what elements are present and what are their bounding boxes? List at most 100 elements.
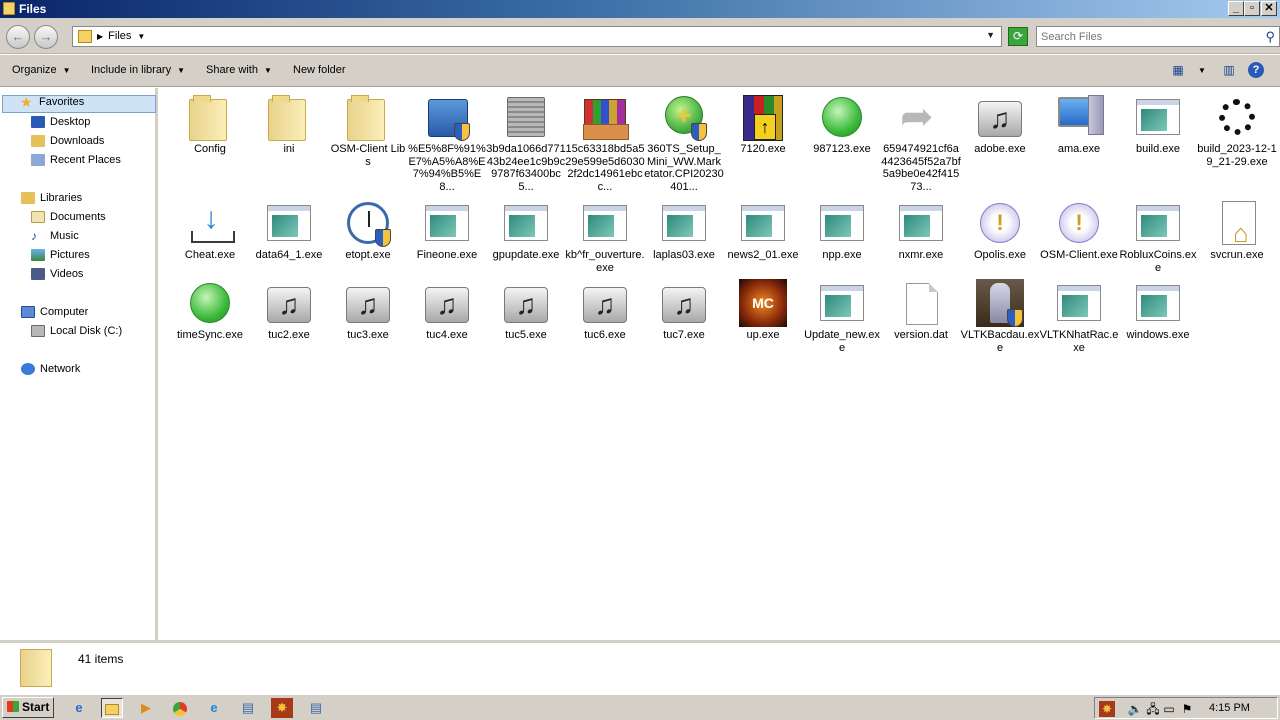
app-taskbar-button-3[interactable]: ▤ [305, 698, 327, 718]
close-button[interactable]: ✕ [1261, 1, 1277, 16]
file-item[interactable]: version.dat [881, 279, 961, 342]
file-item[interactable]: ini [249, 93, 329, 156]
share-with-menu[interactable]: Share with ▼ [206, 64, 272, 76]
search-icon[interactable]: ⚲ [1265, 29, 1275, 45]
file-item[interactable]: etopt.exe [328, 199, 408, 262]
edge-icon[interactable]: e [203, 698, 225, 718]
file-name: gpupdate.exe [492, 249, 560, 261]
help-icon[interactable]: ? [1248, 62, 1264, 78]
explorer-taskbar-button[interactable] [101, 698, 123, 718]
file-item[interactable]: ! Opolis.exe [960, 199, 1040, 262]
file-item[interactable]: 3b9da1066d77143b24ee1c9b9c9787f63400bc5.… [486, 93, 566, 193]
sidebar-item-favorites[interactable]: ★ Favorites [2, 95, 156, 113]
sidebar-item-network[interactable]: Network [21, 363, 80, 381]
address-dropdown-icon[interactable]: ▼ [986, 30, 995, 40]
file-item[interactable]: timeSync.exe [170, 279, 250, 342]
sidebar-item-pictures[interactable]: Pictures [31, 249, 90, 267]
file-item[interactable]: VLTKNhatRac.exe [1039, 279, 1119, 354]
new-folder-button[interactable]: New folder [293, 64, 346, 76]
file-item[interactable]: windows.exe [1118, 279, 1198, 342]
breadcrumb[interactable]: ▶ Files ▼ [97, 30, 145, 42]
videos-icon [31, 268, 45, 281]
back-button[interactable]: ← [6, 25, 30, 49]
file-item[interactable]: laplas03.exe [644, 199, 724, 262]
file-item[interactable]: 987123.exe [802, 93, 882, 156]
file-item[interactable]: ♫ tuc6.exe [565, 279, 645, 342]
include-in-library-menu[interactable]: Include in library ▼ [91, 64, 185, 76]
file-item[interactable]: svcrun.exe [1197, 199, 1277, 262]
sidebar-item-recent-places[interactable]: Recent Places [31, 154, 121, 172]
file-item[interactable]: OSM-Client Libs [328, 93, 408, 168]
file-item[interactable]: ♫ tuc3.exe [328, 279, 408, 342]
music-icon: ♫ [501, 279, 551, 327]
media-player-icon[interactable]: ▶ [135, 698, 157, 718]
file-item[interactable]: ♫ tuc7.exe [644, 279, 724, 342]
item-count: 41 items [78, 652, 124, 666]
clock[interactable]: 4:15 PM [1209, 702, 1250, 714]
tray-app-icon[interactable]: ✸ [1099, 701, 1115, 717]
file-item[interactable]: build.exe [1118, 93, 1198, 156]
forward-button[interactable]: → [34, 25, 58, 49]
file-item[interactable]: RobluxCoins.exe [1118, 199, 1198, 274]
ie-icon[interactable]: e [68, 698, 90, 718]
file-item[interactable]: build_2023-12-19_21-29.exe [1197, 93, 1277, 168]
file-name: kb^fr_ouverture.exe [565, 249, 645, 274]
file-item[interactable]: Fineone.exe [407, 199, 487, 262]
file-item[interactable]: kb^fr_ouverture.exe [565, 199, 645, 274]
file-item[interactable]: ➦ 659474921cf6a4423645f52a7bf5a9be0e42f41… [881, 93, 961, 193]
file-item[interactable]: npp.exe [802, 199, 882, 262]
file-item[interactable]: Config [170, 93, 250, 156]
file-item[interactable]: data64_1.exe [249, 199, 329, 262]
file-item[interactable]: news2_01.exe [723, 199, 803, 262]
file-item[interactable]: ! OSM-Client.exe [1039, 199, 1119, 262]
file-item[interactable]: ↓ Cheat.exe [170, 199, 250, 262]
chrome-icon[interactable] [169, 698, 191, 718]
sidebar-item-downloads[interactable]: Downloads [31, 135, 104, 153]
monitor-icon[interactable]: ▭ [1161, 701, 1177, 717]
sidebar-item-videos[interactable]: Videos [31, 268, 83, 286]
file-item[interactable]: 7120.exe [723, 93, 803, 156]
360-shield-icon: + [659, 93, 709, 141]
file-item[interactable]: ♫ tuc4.exe [407, 279, 487, 342]
warning-icon: ! [975, 199, 1025, 247]
status-bar: 41 items [0, 640, 1280, 691]
sidebar-item-documents[interactable]: Documents [31, 211, 106, 229]
file-item[interactable]: gpupdate.exe [486, 199, 566, 262]
file-item[interactable]: +360TS_Setup_Mini_WW.Marketator.CPI20230… [644, 93, 724, 193]
file-item[interactable]: nxmr.exe [881, 199, 961, 262]
file-item[interactable]: MC up.exe [723, 279, 803, 342]
file-item[interactable]: ♫ tuc2.exe [249, 279, 329, 342]
file-item[interactable]: VLTKBacdau.exe [960, 279, 1040, 354]
sidebar-item-computer[interactable]: Computer [21, 306, 88, 324]
organize-menu[interactable]: Organize ▼ [12, 64, 71, 76]
view-options-icon[interactable]: ▦ [1169, 62, 1187, 79]
file-item[interactable]: 15c63318bd5a529e599e5d60302f2dc14961ebcc… [565, 93, 645, 193]
search-input[interactable] [1041, 29, 1251, 44]
file-item[interactable]: ♫ adobe.exe [960, 93, 1040, 156]
app-taskbar-button-2[interactable]: ✸ [271, 698, 293, 718]
file-name: Fineone.exe [416, 249, 478, 261]
taskbar: Start e ▶ e ▤ ✸ ▤ ✸ 🔈 🖧 ▭ ⚑ 4:15 PM [0, 694, 1280, 720]
file-item[interactable]: ama.exe [1039, 93, 1119, 156]
file-item[interactable]: %E5%8F%91%E7%A5%A8%E7%94%B5%E8... [407, 93, 487, 193]
view-dropdown-icon[interactable]: ▼ [1193, 62, 1211, 79]
file-item[interactable]: ♫ tuc5.exe [486, 279, 566, 342]
address-box[interactable]: ▶ Files ▼ ▼ [72, 26, 1002, 47]
search-box[interactable]: ⚲ [1036, 26, 1280, 47]
volume-icon[interactable]: 🔈 [1127, 701, 1143, 717]
address-bar: ← → ▶Files▼ ▼ ⟳ ⚲ [0, 18, 1280, 54]
sidebar-item-music[interactable]: ♪ Music [31, 230, 79, 248]
minimize-button[interactable]: _ [1228, 1, 1244, 16]
sidebar-item-desktop[interactable]: Desktop [31, 116, 90, 134]
flag-icon[interactable]: ⚑ [1179, 701, 1195, 717]
sidebar-item-libraries[interactable]: Libraries [21, 192, 82, 210]
file-item[interactable]: Update_new.exe [802, 279, 882, 354]
refresh-button[interactable]: ⟳ [1008, 27, 1028, 46]
sidebar-item-local-disk[interactable]: Local Disk (C:) [31, 325, 122, 343]
start-button[interactable]: Start [2, 697, 54, 718]
restore-button[interactable]: ▫ [1244, 1, 1260, 16]
app-taskbar-button-1[interactable]: ▤ [237, 698, 259, 718]
network-icon[interactable]: 🖧 [1145, 701, 1161, 717]
preview-pane-icon[interactable]: ▥ [1220, 62, 1238, 79]
file-name: Opolis.exe [974, 249, 1026, 261]
